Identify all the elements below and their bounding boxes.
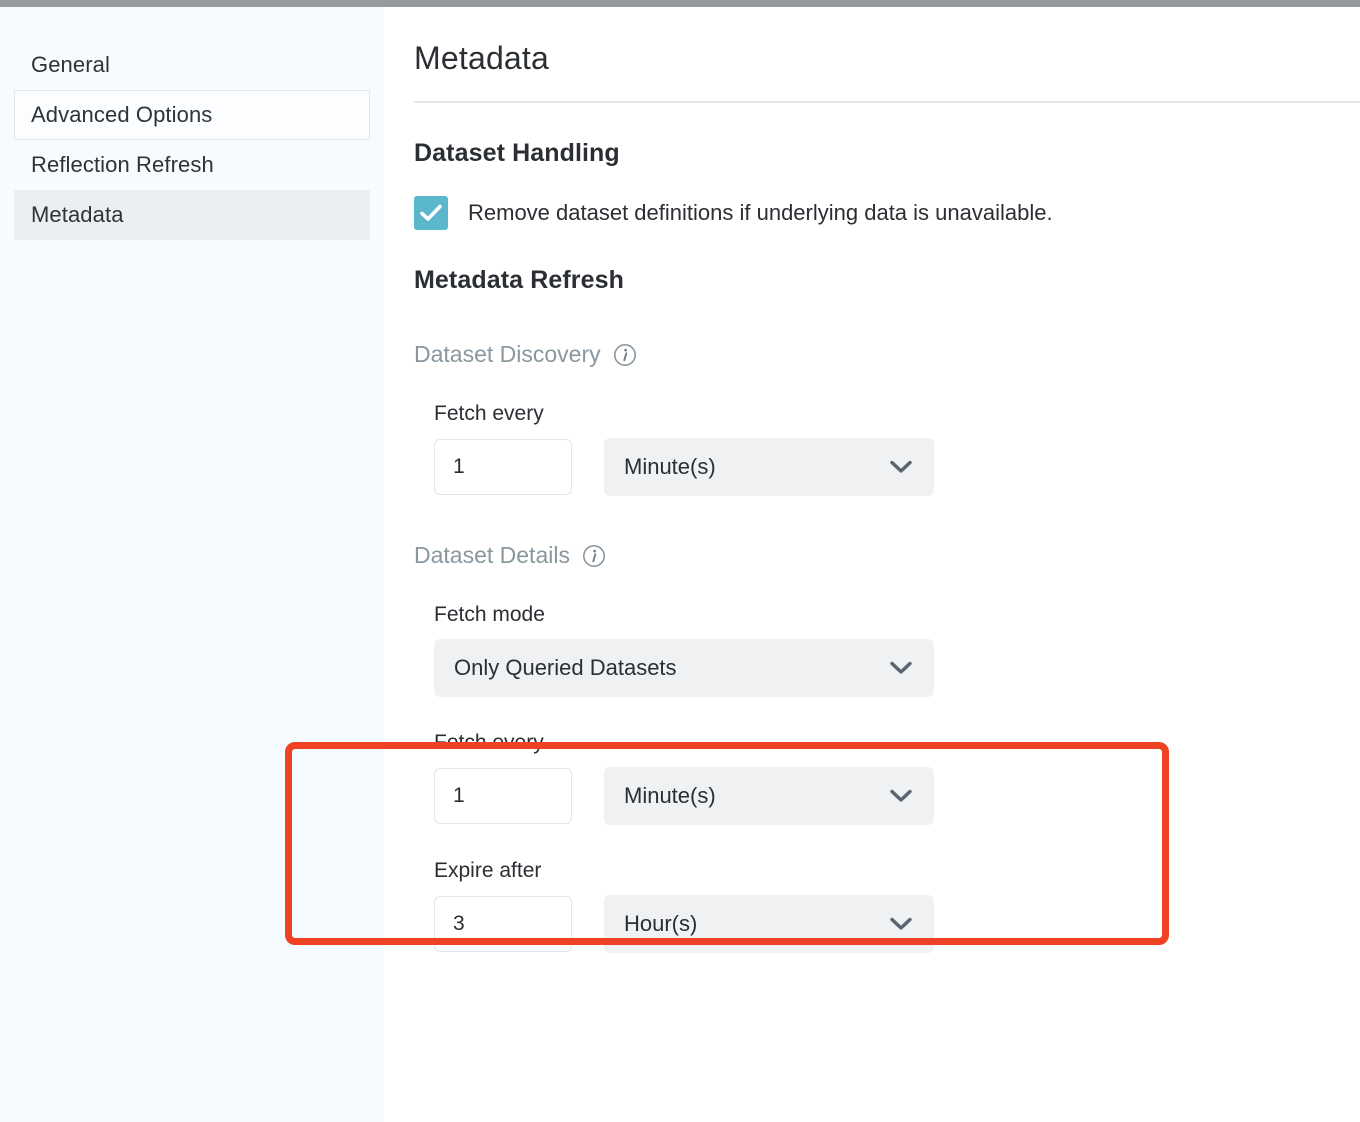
settings-sidebar: General Advanced Options Reflection Refr…	[0, 7, 384, 1122]
discovery-fetch-every-input[interactable]	[434, 439, 572, 495]
sidebar-item-label: Advanced Options	[31, 102, 213, 127]
chevron-down-icon	[890, 911, 912, 937]
expire-after-label: Expire after	[434, 859, 542, 882]
details-fetch-every-controls: Minute(s)	[434, 767, 1360, 825]
expire-after-controls: Hour(s)	[434, 895, 1360, 953]
fetch-mode-controls: Only Queried Datasets	[434, 639, 1360, 697]
remove-dataset-definitions-label: Remove dataset definitions if underlying…	[468, 200, 1053, 225]
discovery-fetch-every-controls: Minute(s)	[434, 438, 1360, 496]
sidebar-item-advanced-options[interactable]: Advanced Options	[14, 90, 370, 140]
info-circle-icon[interactable]	[582, 544, 606, 568]
window-chrome-bar	[0, 0, 1360, 7]
dataset-discovery-fields: Fetch every Minute(s)	[434, 402, 1360, 496]
remove-dataset-definitions-row[interactable]: Remove dataset definitions if underlying…	[414, 196, 1360, 230]
title-divider	[414, 101, 1360, 103]
chevron-down-icon	[890, 783, 912, 809]
discovery-fetch-every-unit-value: Minute(s)	[624, 454, 716, 479]
sidebar-item-label: Metadata	[31, 202, 124, 227]
discovery-fetch-every-label: Fetch every	[434, 402, 544, 425]
expire-after-input[interactable]	[434, 896, 572, 952]
sidebar-item-label: General	[31, 52, 110, 77]
dataset-details-heading-row: Dataset Details	[414, 542, 1360, 569]
window-body: General Advanced Options Reflection Refr…	[0, 7, 1360, 1122]
sidebar-item-general[interactable]: General	[14, 40, 370, 90]
dataset-details-fields: Fetch mode Only Queried Datasets Fetch e…	[434, 603, 1360, 953]
details-fetch-every-label: Fetch every	[434, 731, 544, 754]
sidebar-item-metadata[interactable]: Metadata	[14, 190, 370, 240]
settings-main-panel: Metadata Dataset Handling Remove dataset…	[384, 7, 1360, 1122]
dataset-details-heading: Dataset Details	[414, 542, 570, 568]
metadata-refresh-heading: Metadata Refresh	[414, 266, 624, 294]
details-fetch-every-unit-select[interactable]: Minute(s)	[604, 767, 934, 825]
fetch-mode-value: Only Queried Datasets	[454, 655, 677, 680]
dataset-discovery-heading-row: Dataset Discovery	[414, 341, 1360, 368]
chevron-down-icon	[890, 454, 912, 480]
sidebar-item-label: Reflection Refresh	[31, 152, 214, 177]
expire-after-unit-value: Hour(s)	[624, 911, 698, 936]
info-circle-icon[interactable]	[613, 343, 637, 367]
expire-after-unit-select[interactable]: Hour(s)	[604, 895, 934, 953]
page-title: Metadata	[414, 40, 550, 76]
dataset-discovery-heading: Dataset Discovery	[414, 341, 601, 367]
fetch-mode-label: Fetch mode	[434, 603, 545, 626]
details-fetch-every-unit-value: Minute(s)	[624, 783, 716, 808]
fetch-mode-select[interactable]: Only Queried Datasets	[434, 639, 934, 697]
remove-dataset-definitions-checkbox[interactable]	[414, 196, 448, 230]
discovery-fetch-every-unit-select[interactable]: Minute(s)	[604, 438, 934, 496]
dataset-handling-heading: Dataset Handling	[414, 139, 620, 167]
details-fetch-every-input[interactable]	[434, 768, 572, 824]
chevron-down-icon	[890, 655, 912, 681]
sidebar-item-reflection-refresh[interactable]: Reflection Refresh	[14, 140, 370, 190]
settings-window: General Advanced Options Reflection Refr…	[0, 0, 1360, 1122]
